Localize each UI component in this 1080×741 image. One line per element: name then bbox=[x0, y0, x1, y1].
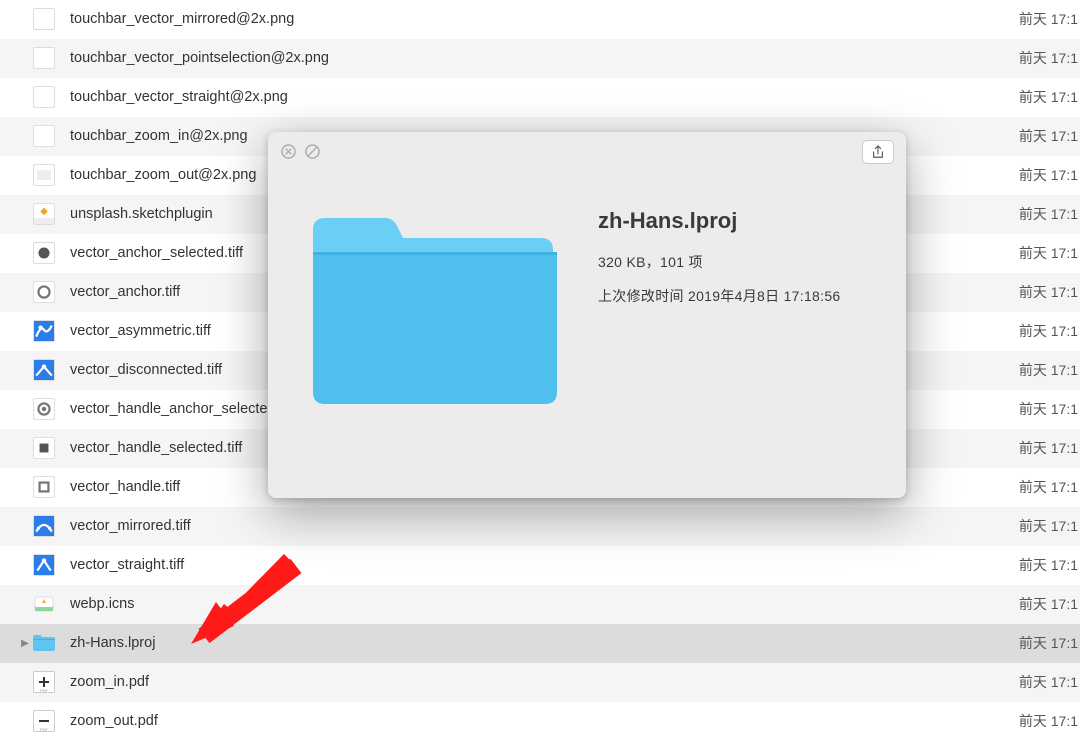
file-date-label: 前天 17:1 bbox=[1019, 594, 1080, 614]
file-date-label: 前天 17:1 bbox=[1019, 633, 1080, 653]
pdf-plus-icon: PDF bbox=[32, 670, 56, 694]
quicklook-header bbox=[268, 132, 906, 170]
quicklook-title: zh-Hans.lproj bbox=[598, 208, 876, 234]
handle-anchor-icon bbox=[32, 397, 56, 421]
disclosure-triangle[interactable]: ▶ bbox=[20, 638, 30, 649]
file-date-label: 前天 17:1 bbox=[1019, 9, 1080, 29]
curve-asym-icon bbox=[32, 319, 56, 343]
file-name-label: touchbar_vector_straight@2x.png bbox=[70, 89, 1019, 105]
file-row[interactable]: touchbar_vector_straight@2x.png前天 17:1 bbox=[0, 78, 1080, 117]
file-name-label: zoom_in.pdf bbox=[70, 674, 1019, 690]
blank-icon bbox=[32, 85, 56, 109]
anchor-icon bbox=[32, 280, 56, 304]
file-date-label: 前天 17:1 bbox=[1019, 399, 1080, 419]
file-date-label: 前天 17:1 bbox=[1019, 48, 1080, 68]
blank-icon bbox=[32, 46, 56, 70]
file-row[interactable]: touchbar_vector_pointselection@2x.png前天 … bbox=[0, 39, 1080, 78]
quicklook-modified: 上次修改时间 2019年4月8日 17:18:56 bbox=[598, 286, 876, 306]
blank-icon bbox=[32, 124, 56, 148]
curve-disc-icon bbox=[32, 358, 56, 382]
handle-sel-icon bbox=[32, 436, 56, 460]
plugin-icon bbox=[32, 202, 56, 226]
file-date-label: 前天 17:1 bbox=[1019, 360, 1080, 380]
quicklook-info: zh-Hans.lproj 320 KB，101 项 上次修改时间 2019年4… bbox=[598, 190, 876, 468]
blank-icon bbox=[32, 7, 56, 31]
file-row[interactable]: webp.icns前天 17:1 bbox=[0, 585, 1080, 624]
file-name-label: touchbar_vector_mirrored@2x.png bbox=[70, 11, 1019, 27]
file-date-label: 前天 17:1 bbox=[1019, 477, 1080, 497]
file-row[interactable]: vector_straight.tiff前天 17:1 bbox=[0, 546, 1080, 585]
file-row[interactable]: vector_mirrored.tiff前天 17:1 bbox=[0, 507, 1080, 546]
folder-icon bbox=[32, 631, 56, 655]
quicklook-body: zh-Hans.lproj 320 KB，101 项 上次修改时间 2019年4… bbox=[268, 170, 906, 498]
file-row[interactable]: ▶ zh-Hans.lproj前天 17:1 bbox=[0, 624, 1080, 663]
file-date-label: 前天 17:1 bbox=[1019, 87, 1080, 107]
file-name-label: vector_mirrored.tiff bbox=[70, 518, 1019, 534]
file-date-label: 前天 17:1 bbox=[1019, 126, 1080, 146]
file-name-label: vector_straight.tiff bbox=[70, 557, 1019, 573]
file-row[interactable]: PDF zoom_in.pdf前天 17:1 bbox=[0, 663, 1080, 702]
file-date-label: 前天 17:1 bbox=[1019, 555, 1080, 575]
file-date-label: 前天 17:1 bbox=[1019, 243, 1080, 263]
no-entry-icon bbox=[304, 143, 320, 159]
quicklook-panel: zh-Hans.lproj 320 KB，101 项 上次修改时间 2019年4… bbox=[268, 132, 906, 498]
file-date-label: 前天 17:1 bbox=[1019, 516, 1080, 536]
file-date-label: 前天 17:1 bbox=[1019, 282, 1080, 302]
folder-icon bbox=[298, 190, 568, 468]
pdf-minus-icon: PDF bbox=[32, 709, 56, 733]
file-name-label: zh-Hans.lproj bbox=[70, 635, 1019, 651]
file-row[interactable]: touchbar_vector_mirrored@2x.png前天 17:1 bbox=[0, 0, 1080, 39]
file-name-label: zoom_out.pdf bbox=[70, 713, 1019, 729]
share-button[interactable] bbox=[862, 140, 894, 164]
curve-straight-icon bbox=[32, 553, 56, 577]
file-name-label: webp.icns bbox=[70, 596, 1019, 612]
file-date-label: 前天 17:1 bbox=[1019, 321, 1080, 341]
file-name-label: touchbar_vector_pointselection@2x.png bbox=[70, 50, 1019, 66]
close-icon[interactable] bbox=[280, 143, 296, 159]
handle-icon bbox=[32, 475, 56, 499]
icns-icon bbox=[32, 592, 56, 616]
png-thumb-icon bbox=[32, 163, 56, 187]
file-date-label: 前天 17:1 bbox=[1019, 204, 1080, 224]
quicklook-size: 320 KB，101 项 bbox=[598, 252, 876, 272]
file-row[interactable]: PDF zoom_out.pdf前天 17:1 bbox=[0, 702, 1080, 741]
file-date-label: 前天 17:1 bbox=[1019, 438, 1080, 458]
file-date-label: 前天 17:1 bbox=[1019, 672, 1080, 692]
file-date-label: 前天 17:1 bbox=[1019, 165, 1080, 185]
curve-mirr-icon bbox=[32, 514, 56, 538]
anchor-sel-icon bbox=[32, 241, 56, 265]
file-date-label: 前天 17:1 bbox=[1019, 711, 1080, 731]
